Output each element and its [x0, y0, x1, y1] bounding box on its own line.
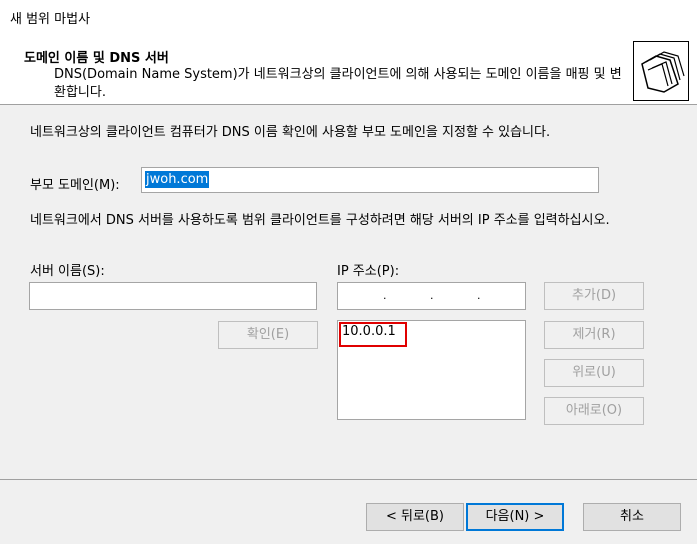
- move-down-button[interactable]: 아래로(O): [544, 397, 644, 425]
- back-button[interactable]: < 뒤로(B): [366, 503, 464, 531]
- parent-domain-label: 부모 도메인(M):: [30, 178, 120, 193]
- dns-server-list[interactable]: 10.0.0.1: [337, 320, 526, 420]
- title-bar: [0, 0, 697, 34]
- intro-text: 네트워크상의 클라이언트 컴퓨터가 DNS 이름 확인에 사용할 부모 도메인을…: [30, 125, 551, 140]
- server-name-label: 서버 이름(S):: [30, 264, 105, 279]
- list-item[interactable]: 10.0.0.1: [342, 324, 396, 339]
- page-title: 도메인 이름 및 DNS 서버: [24, 51, 169, 66]
- ip-address-label: IP 주소(P):: [337, 264, 400, 279]
- parent-domain-value: jwoh.com: [145, 171, 210, 188]
- window-title: 새 범위 마법사: [10, 12, 91, 27]
- server-name-input[interactable]: [29, 282, 317, 310]
- dns-config-text: 네트워크에서 DNS 서버를 사용하도록 범위 클라이언트를 구성하려면 해당 …: [30, 213, 610, 228]
- remove-button[interactable]: 제거(R): [544, 321, 644, 349]
- ip-dot-1: .: [383, 289, 387, 302]
- ip-dot-2: .: [430, 289, 434, 302]
- resolve-button[interactable]: 확인(E): [218, 321, 318, 349]
- wizard-folder-icon: [633, 41, 689, 101]
- next-button[interactable]: 다음(N) >: [466, 503, 564, 531]
- add-button[interactable]: 추가(D): [544, 282, 644, 310]
- move-up-button[interactable]: 위로(U): [544, 359, 644, 387]
- ip-dot-3: .: [477, 289, 481, 302]
- cancel-button[interactable]: 취소: [583, 503, 681, 531]
- page-description: DNS(Domain Name System)가 네트워크상의 클라이언트에 의…: [54, 67, 622, 100]
- parent-domain-input[interactable]: jwoh.com: [141, 167, 599, 193]
- ip-address-input[interactable]: . . .: [337, 282, 526, 310]
